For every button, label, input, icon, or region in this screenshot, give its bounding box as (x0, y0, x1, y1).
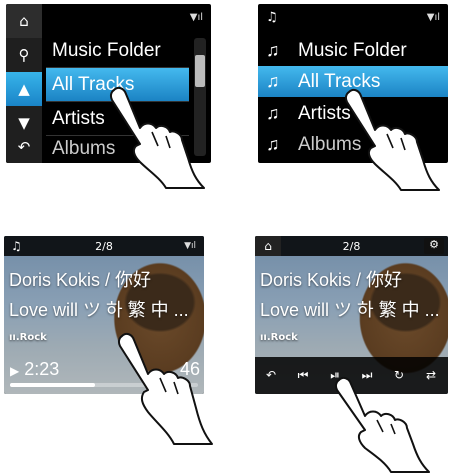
status-bar: ⌂ 2/8 ⚙ (255, 236, 448, 256)
genre-label: ıı.Rock (9, 332, 47, 343)
menu-item-label: Music Folder (298, 40, 407, 61)
menu-item-label: Artists (298, 103, 351, 124)
menu-item-label: All Tracks (298, 71, 381, 92)
track-count: 2/8 (342, 240, 361, 253)
progress-area: ▶ 2:23 46 (4, 359, 204, 394)
music-note-icon: ♫ (266, 134, 280, 154)
play-icon: ▶ (10, 364, 20, 378)
remaining-time: 46 (179, 359, 200, 379)
menu-screen-sidebar: ⌂ ⚲ ▲ ▼ ↶ ▼ıl Music Folder All Tracks Ar… (6, 4, 211, 163)
menu-item-albums[interactable]: ♫ Albums (258, 129, 448, 160)
scrollbar[interactable] (194, 38, 206, 156)
signal-icon: ▼ıl (426, 12, 440, 23)
genre-icon: ıı. (9, 332, 20, 343)
playback-controls: ↶ ⏮ ⏯ ⏭ ↻ ⇄ (255, 357, 448, 394)
menu-item-albums[interactable]: Albums (46, 132, 189, 163)
arrow-up-icon[interactable]: ▲ (6, 72, 42, 106)
menu-item-artists[interactable]: Artists (46, 102, 189, 136)
shuffle-icon[interactable]: ⇄ (417, 357, 445, 394)
title-line: Love will ツ 하 繁 中 ... (9, 300, 189, 320)
genre-label: ıı.Rock (260, 332, 298, 343)
sidebar: ⌂ ⚲ ▲ ▼ ↶ (6, 4, 42, 163)
menu-item-artists[interactable]: ♫ Artists (258, 98, 448, 129)
previous-icon[interactable]: ⏮ (289, 357, 317, 394)
back-icon[interactable]: ↶ (6, 130, 42, 163)
track-count: 2/8 (95, 240, 113, 253)
music-note-icon: ♫ (266, 71, 280, 91)
play-pause-icon[interactable]: ⏯ (321, 357, 349, 394)
settings-icon[interactable]: ⚙ (424, 238, 444, 254)
menu-item-all-tracks[interactable]: ♫ All Tracks (258, 66, 448, 97)
back-icon[interactable]: ↶ (257, 357, 285, 394)
music-note-icon: ♫ (266, 10, 278, 25)
music-note-icon: ♫ (266, 103, 280, 123)
now-playing-screen: ♫ 2/8 ▼ıl Doris Kokis / 你好 Love will ツ 하… (4, 236, 204, 394)
search-icon[interactable]: ⚲ (6, 38, 42, 72)
progress-bar[interactable] (10, 383, 198, 387)
signal-icon: ▼ıl (184, 241, 196, 251)
artist-line: Doris Kokis / 你好 (260, 270, 403, 290)
instruction-figure: ⌂ ⚲ ▲ ▼ ↶ ▼ıl Music Folder All Tracks Ar… (0, 0, 451, 473)
scrollbar-thumb[interactable] (195, 55, 205, 88)
menu-screen-icons: ♫ ▼ıl ♫ Music Folder ♫ All Tracks ♫ Arti… (258, 4, 448, 163)
home-icon[interactable]: ⌂ (6, 4, 42, 38)
title-line: Love will ツ 하 繁 中 ... (260, 300, 440, 320)
now-playing-controls-screen: ⌂ 2/8 ⚙ Doris Kokis / 你好 Love will ツ 하 繁… (255, 236, 448, 394)
status-bar: ♫ ▼ıl (258, 4, 448, 34)
menu-item-music-folder[interactable]: ♫ Music Folder (258, 35, 448, 66)
elapsed-time: ▶ 2:23 (10, 359, 60, 379)
repeat-icon[interactable]: ↻ (385, 357, 413, 394)
genre-icon: ıı. (260, 332, 271, 343)
music-note-icon: ♫ (266, 40, 280, 60)
progress-fill (10, 383, 95, 387)
signal-icon: ▼ıl (189, 12, 203, 23)
artist-line: Doris Kokis / 你好 (9, 270, 152, 290)
menu-item-all-tracks[interactable]: All Tracks (46, 68, 189, 102)
menu-item-label: Albums (298, 134, 362, 155)
next-icon[interactable]: ⏭ (353, 357, 381, 394)
menu-item-music-folder[interactable]: Music Folder (46, 34, 189, 68)
status-bar: ♫ 2/8 ▼ıl (4, 236, 204, 256)
